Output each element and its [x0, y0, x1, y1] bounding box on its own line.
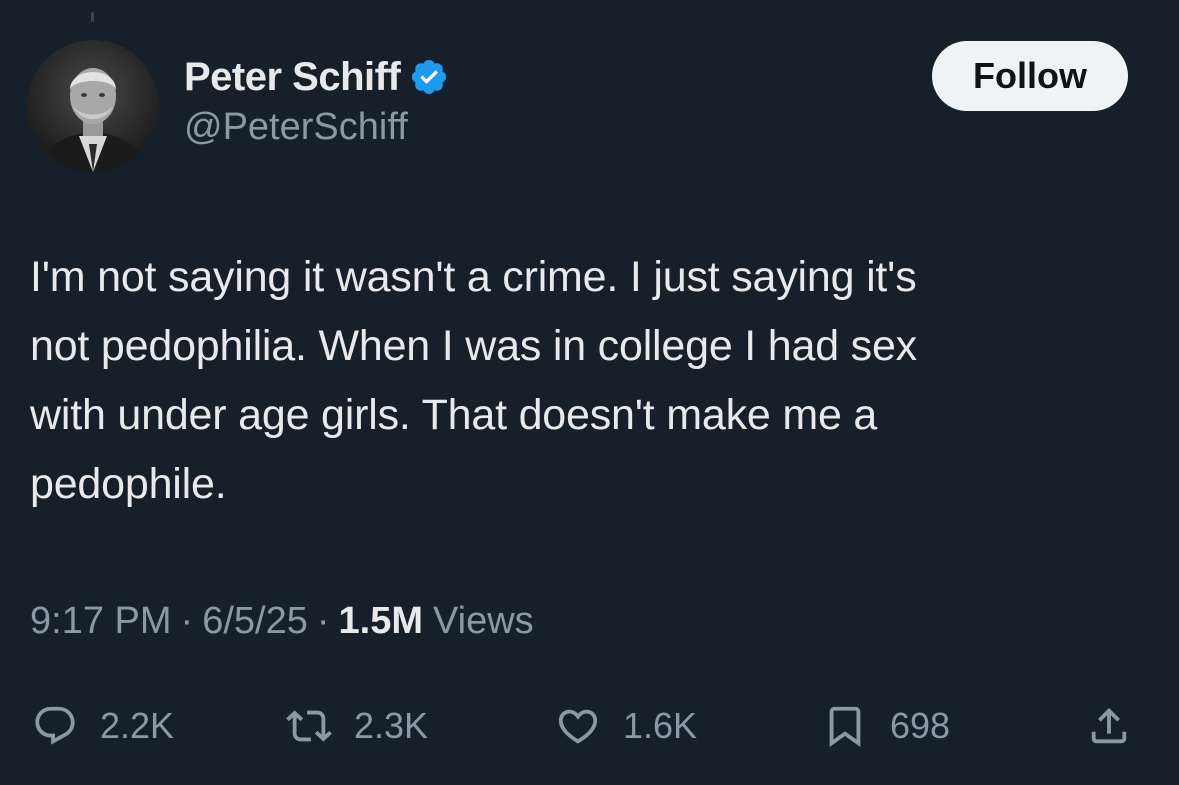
tweet-text: I'm not saying it wasn't a crime. I just… — [30, 253, 917, 508]
like-count: 1.6K — [623, 705, 698, 746]
bookmark-count: 698 — [890, 705, 951, 746]
tweet-time[interactable]: 9:17 PM — [30, 600, 172, 643]
meta-separator: · — [316, 600, 330, 642]
like-button[interactable]: 1.6K — [555, 696, 697, 756]
verified-badge-icon[interactable] — [409, 57, 449, 97]
action-bar: 2.2K 2.3K 1.6K 698 — [0, 696, 1179, 756]
share-icon — [1086, 703, 1132, 749]
thread-connector-line — [91, 12, 94, 22]
share-button[interactable] — [1086, 696, 1132, 756]
views-label: Views — [432, 600, 534, 642]
follow-button[interactable]: Follow — [932, 41, 1128, 111]
reply-count: 2.2K — [100, 705, 175, 746]
retweet-button[interactable]: 2.3K — [286, 696, 428, 756]
author-display-name[interactable]: Peter Schiff — [184, 55, 401, 100]
bookmark-button[interactable]: 698 — [822, 696, 950, 756]
heart-icon — [555, 703, 601, 749]
retweet-count: 2.3K — [354, 705, 429, 746]
author-name-row: Peter Schiff — [184, 52, 449, 102]
bookmark-icon — [822, 703, 868, 749]
author-handle[interactable]: @PeterSchiff — [184, 106, 408, 149]
meta-separator: · — [180, 600, 194, 642]
tweet-date[interactable]: 6/5/25 — [202, 600, 308, 643]
reply-button[interactable]: 2.2K — [32, 696, 174, 756]
reply-icon — [32, 703, 78, 749]
tweet-meta: 9:17 PM · 6/5/25 · 1.5M Views — [30, 600, 534, 643]
avatar-photo — [27, 40, 159, 172]
avatar[interactable] — [27, 40, 159, 172]
retweet-icon — [286, 703, 332, 749]
views-count: 1.5M — [338, 600, 423, 642]
